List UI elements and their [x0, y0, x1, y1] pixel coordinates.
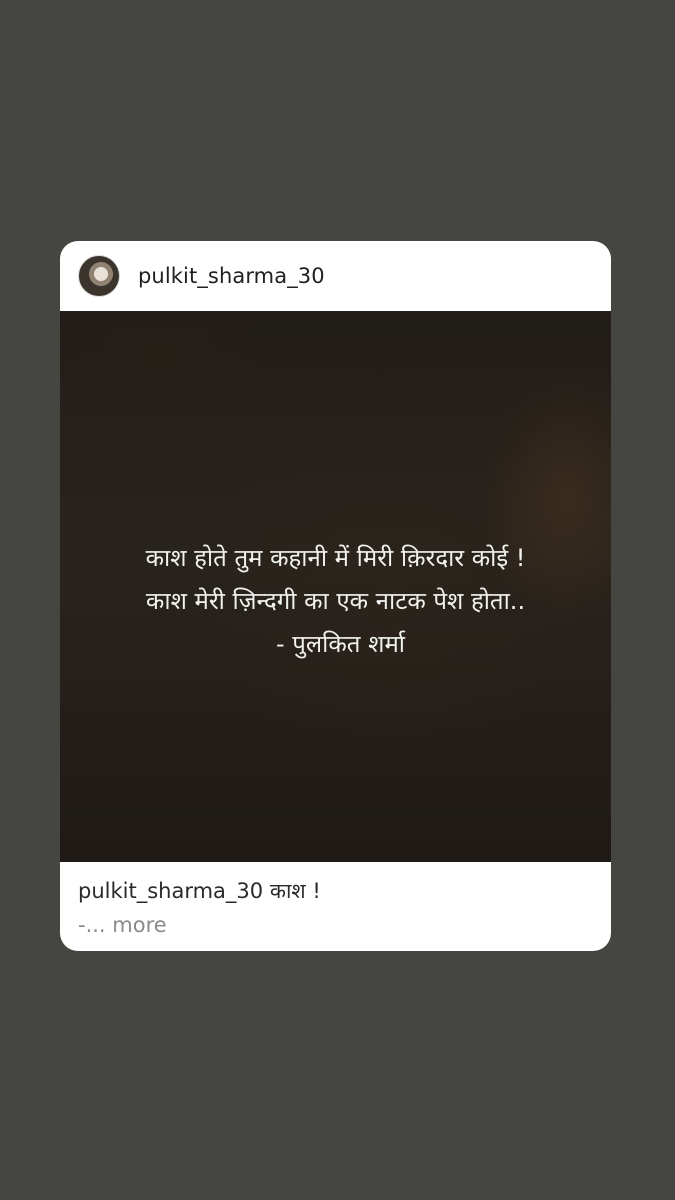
caption-text: काश ! — [269, 879, 321, 903]
more-line[interactable]: -... more — [78, 908, 593, 942]
post-card: pulkit_sharma_30 काश होते तुम कहानी में … — [60, 241, 611, 951]
post-header: pulkit_sharma_30 — [60, 241, 611, 311]
post-image[interactable]: काश होते तुम कहानी में मिरी क़िरदार कोई … — [60, 311, 611, 862]
more-prefix: -... — [78, 913, 106, 937]
quote-author: - पुलकित शर्मा — [275, 630, 406, 658]
avatar[interactable] — [78, 255, 120, 297]
post-username[interactable]: pulkit_sharma_30 — [138, 264, 325, 288]
quote-text: काश होते तुम कहानी में मिरी क़िरदार कोई … — [60, 537, 611, 666]
caption-username[interactable]: pulkit_sharma_30 — [78, 879, 263, 903]
quote-line-2: काश मेरी ज़िन्दगी का एक नाटक पेश होता.. — [145, 587, 526, 615]
caption: pulkit_sharma_30 काश ! — [78, 874, 593, 908]
quote-line-1: काश होते तुम कहानी में मिरी क़िरदार कोई … — [145, 544, 526, 572]
more-link[interactable]: more — [112, 913, 166, 937]
post-footer: pulkit_sharma_30 काश ! -... more — [78, 874, 593, 942]
